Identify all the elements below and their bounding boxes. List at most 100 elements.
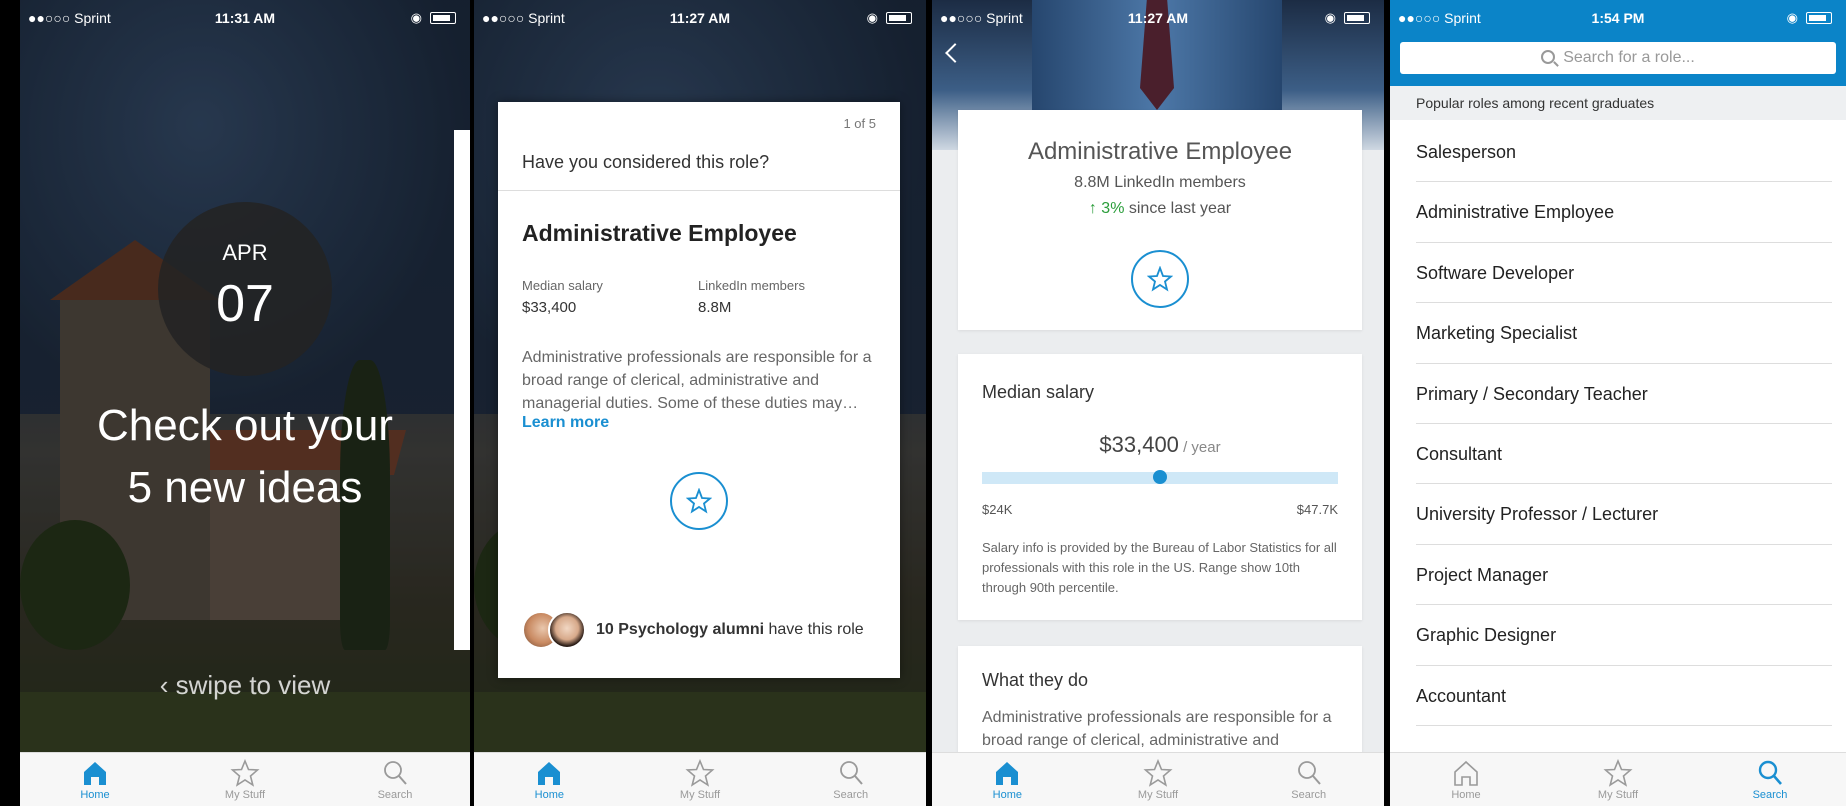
star-icon: [686, 488, 712, 514]
role-title: Administrative Employee: [522, 220, 797, 246]
save-role-button[interactable]: [670, 472, 728, 530]
tab-home[interactable]: Home: [932, 753, 1083, 806]
salary-value: $33,400: [1099, 432, 1179, 457]
tab-home[interactable]: Home: [474, 753, 625, 806]
home-icon: [84, 762, 106, 785]
median-salary: Median salary $33,400: [522, 278, 603, 316]
salary-unit: / year: [1178, 439, 1221, 456]
headline-line-1: Check out your: [97, 401, 393, 450]
role-summary-card: Administrative Employee 8.8M LinkedIn me…: [958, 110, 1362, 330]
card-counter: 1 of 5: [843, 116, 876, 131]
battery-icon: [430, 12, 456, 24]
clock: 1:54 PM: [1591, 10, 1645, 26]
tab-home[interactable]: Home: [1390, 753, 1542, 806]
list-item[interactable]: University Professor / Lecturer: [1416, 484, 1832, 545]
list-item[interactable]: Consultant: [1416, 424, 1832, 485]
screenshot-stage: ●●○○○ Sprint 11:31 AM ◉ APR 07 Check out…: [0, 0, 1846, 806]
alumni-text: have this role: [764, 621, 864, 638]
salary-low: $24K: [982, 502, 1013, 517]
role-suggestion-card[interactable]: 1 of 5 Have you considered this role? Ad…: [498, 102, 900, 678]
tab-home-label: Home: [1451, 789, 1481, 801]
search-input[interactable]: Search for a role...: [1400, 42, 1836, 74]
tab-bar: Home My Stuff Search: [1390, 752, 1846, 806]
tab-my-stuff[interactable]: My Stuff: [170, 753, 320, 806]
search-icon: [1758, 760, 1782, 785]
popular-roles-list: Salesperson Administrative Employee Soft…: [1416, 122, 1832, 726]
status-bar: ●●○○○ Sprint 11:31 AM ◉: [20, 0, 470, 36]
tab-my-stuff-label: My Stuff: [1597, 789, 1639, 801]
members-value: 8.8M: [698, 299, 732, 316]
tab-home-label: Home: [534, 789, 564, 801]
search-icon: [839, 761, 863, 785]
tab-bar: Home My Stuff Search: [932, 752, 1384, 806]
avatar: [548, 611, 586, 649]
star-icon: [1143, 759, 1173, 787]
growth-percent: ↑ 3%: [1088, 200, 1125, 217]
search-placeholder: Search for a role...: [1563, 49, 1695, 66]
list-item[interactable]: Software Developer: [1416, 243, 1832, 304]
tab-search[interactable]: Search: [775, 753, 926, 806]
tab-bar: Home My Stuff Search: [20, 752, 470, 806]
growth-text: since last year: [1124, 200, 1232, 217]
tab-my-stuff-label: My Stuff: [679, 789, 721, 801]
tab-search[interactable]: Search: [320, 753, 470, 806]
card-question: Have you considered this role?: [522, 152, 770, 172]
list-item[interactable]: Graphic Designer: [1416, 605, 1832, 666]
tab-my-stuff[interactable]: My Stuff: [625, 753, 776, 806]
median-salary-label: Median salary: [522, 278, 603, 293]
salary-card: Median salary $33,400 / year $24K $47.7K…: [958, 354, 1362, 620]
tab-my-stuff-label: My Stuff: [224, 789, 266, 801]
battery-icon: [1806, 12, 1832, 24]
search-icon: [1297, 761, 1321, 785]
clock: 11:31 AM: [214, 10, 276, 26]
home-icon: [996, 762, 1019, 785]
tab-my-stuff[interactable]: My Stuff: [1083, 753, 1234, 806]
alumni-count: 10 Psychology alumni: [596, 621, 765, 638]
location-icon: ◉: [1324, 10, 1336, 25]
tab-home-label: Home: [80, 789, 110, 801]
divider: [498, 190, 900, 191]
location-icon: ◉: [1786, 10, 1798, 25]
alumni-row[interactable]: 10 Psychology alumni have this role: [522, 610, 864, 650]
swipe-hint[interactable]: ‹ swipe to view: [20, 670, 470, 701]
what-text: Administrative professionals are respons…: [982, 709, 1332, 749]
tab-search-label: Search: [833, 789, 869, 801]
tab-home-label: Home: [992, 789, 1022, 801]
salary-note: Salary info is provided by the Bureau of…: [982, 540, 1337, 595]
clock: 11:27 AM: [1127, 10, 1189, 26]
list-item[interactable]: Primary / Secondary Teacher: [1416, 364, 1832, 424]
learn-more-link[interactable]: Learn more: [522, 414, 609, 432]
headline-line-2: 5 new ideas: [127, 463, 363, 512]
list-item[interactable]: Project Manager: [1416, 545, 1832, 606]
tab-home[interactable]: Home: [20, 753, 170, 806]
list-item[interactable]: Salesperson: [1416, 122, 1832, 183]
role-title: Administrative Employee: [1027, 138, 1293, 165]
tab-search-label: Search: [1752, 789, 1788, 801]
search-icon: [384, 761, 407, 785]
date-badge: APR 07: [158, 202, 332, 376]
battery-icon: [1344, 12, 1370, 24]
status-bar: ●●○○○ Sprint 11:27 AM ◉: [932, 0, 1384, 36]
star-icon: [1603, 759, 1633, 787]
campus-photo: [20, 0, 470, 752]
tab-search[interactable]: Search: [1233, 753, 1384, 806]
salary-heading: Median salary: [982, 382, 1095, 402]
tab-search[interactable]: Search: [1694, 753, 1846, 806]
list-item[interactable]: Marketing Specialist: [1416, 303, 1832, 364]
members-label: LinkedIn members: [698, 278, 805, 293]
what-heading: What they do: [982, 670, 1089, 690]
next-card-peek[interactable]: [454, 130, 470, 650]
phone-screen-role-card: ●●○○○ Sprint 11:27 AM ◉ 1 of 5 Have you …: [474, 0, 926, 806]
home-icon: [538, 762, 561, 785]
tab-my-stuff[interactable]: My Stuff: [1542, 753, 1694, 806]
save-role-button[interactable]: [1131, 250, 1189, 308]
list-item[interactable]: Administrative Employee: [1416, 182, 1832, 243]
location-icon: ◉: [866, 10, 878, 25]
star-icon: [230, 759, 260, 787]
linkedin-members: LinkedIn members 8.8M: [698, 278, 805, 316]
clock: 11:27 AM: [669, 10, 731, 26]
members-count: 8.8M LinkedIn members: [1074, 174, 1246, 191]
list-item[interactable]: Accountant: [1416, 666, 1832, 726]
search-icon: [1541, 50, 1556, 64]
location-icon: ◉: [410, 10, 422, 25]
